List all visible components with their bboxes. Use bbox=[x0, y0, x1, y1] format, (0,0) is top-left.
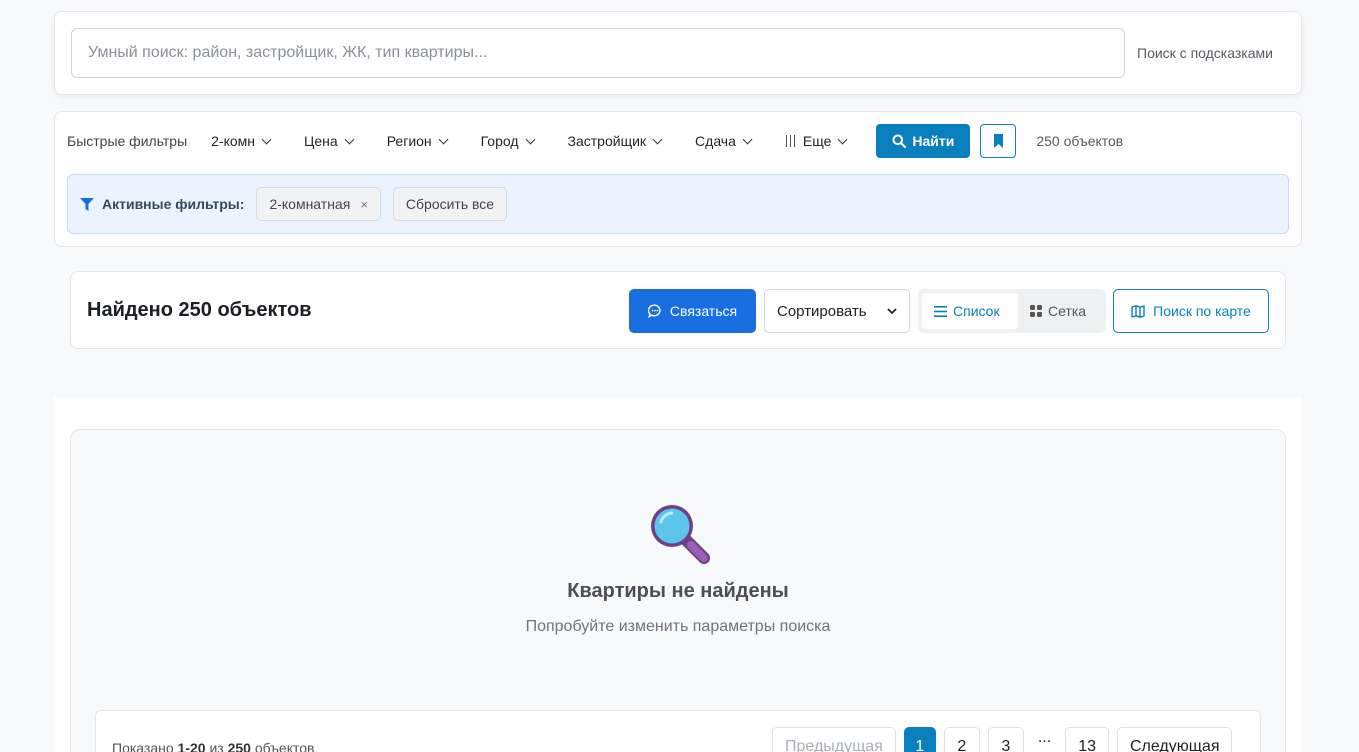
chevron-down-icon bbox=[837, 134, 848, 144]
magnifier-icon bbox=[651, 505, 710, 564]
pagination-bar: Показано 1-20 из 250 объектов Предыдущая… bbox=[95, 710, 1261, 752]
page-button-last[interactable]: 13 bbox=[1065, 727, 1109, 752]
filter-price-dropdown[interactable]: Цена bbox=[304, 133, 355, 149]
results-section: Квартиры не найдены Попробуйте изменить … bbox=[54, 397, 1302, 752]
map-icon bbox=[1131, 304, 1145, 318]
view-toggle: Список Сетка bbox=[918, 289, 1106, 333]
search-hint: Поиск с подсказками bbox=[1137, 45, 1273, 61]
filter-icon bbox=[80, 197, 94, 211]
results-title: Найдено 250 объектов bbox=[87, 299, 312, 321]
chevron-down-icon bbox=[742, 134, 753, 144]
pagination-ellipsis: ... bbox=[1037, 729, 1052, 746]
bookmark-icon bbox=[993, 134, 1003, 148]
empty-title: Квартиры не найдены bbox=[567, 580, 789, 602]
active-filters-label: Активные фильтры: bbox=[102, 196, 245, 212]
chevron-down-icon bbox=[344, 134, 355, 144]
filter-delivery-dropdown[interactable]: Сдача bbox=[695, 133, 753, 149]
reset-filters-label: Сбросить все bbox=[405, 196, 495, 212]
view-list-label: Список bbox=[953, 303, 1000, 319]
view-grid-label: Сетка bbox=[1048, 303, 1087, 319]
filter-region-dropdown[interactable]: Регион bbox=[386, 133, 449, 149]
page-button-2[interactable]: 2 bbox=[943, 727, 980, 752]
filter-developer-dropdown[interactable]: Застройщик bbox=[567, 133, 663, 149]
list-icon bbox=[934, 305, 947, 317]
bookmark-button[interactable] bbox=[980, 124, 1017, 158]
chevron-down-icon bbox=[261, 134, 272, 144]
empty-state: Квартиры не найдены Попробуйте изменить … bbox=[70, 429, 1286, 752]
search-card: Поиск с подсказками bbox=[54, 11, 1302, 95]
filter-more-dropdown[interactable]: Еще bbox=[785, 133, 848, 149]
grid-icon bbox=[1030, 305, 1042, 317]
pagination-range: 1-20 bbox=[177, 740, 206, 752]
filter-rooms-dropdown[interactable]: 2-комн bbox=[211, 133, 272, 149]
sliders-icon bbox=[785, 135, 797, 147]
pagination-of: из bbox=[209, 740, 224, 752]
pagination-info-prefix: Показано bbox=[112, 740, 174, 752]
filter-rooms-label: 2-комн bbox=[211, 133, 256, 149]
active-filter-chip-label: 2-комнатная bbox=[269, 196, 351, 212]
contact-button-label: Связаться bbox=[669, 303, 738, 319]
pagination-suffix: объектов bbox=[254, 740, 315, 752]
active-filters-bar: Активные фильтры: 2-комнатная × Сбросить… bbox=[67, 174, 1289, 234]
reset-filters-button[interactable]: Сбросить все bbox=[392, 187, 508, 221]
view-list-button[interactable]: Список bbox=[922, 293, 1018, 329]
search-icon bbox=[892, 134, 907, 148]
view-grid-button[interactable]: Сетка bbox=[1018, 293, 1098, 329]
filter-developer-label: Застройщик bbox=[567, 133, 647, 149]
find-button-label: Найти bbox=[912, 133, 955, 149]
filter-city-dropdown[interactable]: Город bbox=[480, 133, 535, 149]
chevron-down-icon bbox=[438, 134, 449, 144]
chevron-down-icon bbox=[887, 307, 897, 314]
close-icon[interactable]: × bbox=[360, 197, 368, 212]
empty-subtitle: Попробуйте изменить параметры поиска bbox=[525, 618, 831, 635]
quick-filters-label: Быстрые фильтры bbox=[67, 133, 188, 149]
page-button-3[interactable]: 3 bbox=[987, 727, 1024, 752]
filter-price-label: Цена bbox=[304, 133, 338, 149]
next-page-button[interactable]: Следующая bbox=[1116, 727, 1233, 752]
page-button-1[interactable]: 1 bbox=[903, 727, 936, 752]
prev-page-button[interactable]: Предыдущая bbox=[772, 727, 896, 752]
pagination-info: Показано 1-20 из 250 объектов bbox=[112, 740, 314, 752]
filter-delivery-label: Сдача bbox=[695, 133, 736, 149]
map-search-button[interactable]: Поиск по карте bbox=[1113, 289, 1269, 333]
quick-filters-row: Быстрые фильтры 2-комн Цена Регион Город… bbox=[67, 124, 1123, 158]
filter-region-label: Регион bbox=[386, 133, 432, 149]
filter-city-label: Город bbox=[480, 133, 519, 149]
active-filter-chip[interactable]: 2-комнатная × bbox=[256, 187, 381, 221]
objects-count: 250 объектов bbox=[1036, 133, 1124, 149]
chevron-down-icon bbox=[525, 134, 535, 144]
filter-more-label: Еще bbox=[802, 133, 832, 149]
pagination-total: 250 bbox=[227, 740, 251, 752]
results-header: Найдено 250 объектов Связаться Сортирова… bbox=[70, 271, 1286, 349]
contact-button[interactable]: Связаться bbox=[629, 289, 756, 333]
sort-select[interactable]: Сортировать bbox=[764, 289, 910, 333]
filter-card: Быстрые фильтры 2-комн Цена Регион Город… bbox=[54, 111, 1302, 247]
chat-bubble-icon bbox=[647, 304, 661, 318]
pagination: Предыдущая 1 2 3 ... 13 Следующая bbox=[772, 727, 1233, 752]
find-button[interactable]: Найти bbox=[876, 124, 971, 158]
map-search-label: Поиск по карте bbox=[1153, 303, 1251, 319]
chevron-down-icon bbox=[652, 134, 663, 144]
sort-select-value: Сортировать bbox=[777, 302, 867, 320]
search-input[interactable] bbox=[71, 28, 1125, 78]
